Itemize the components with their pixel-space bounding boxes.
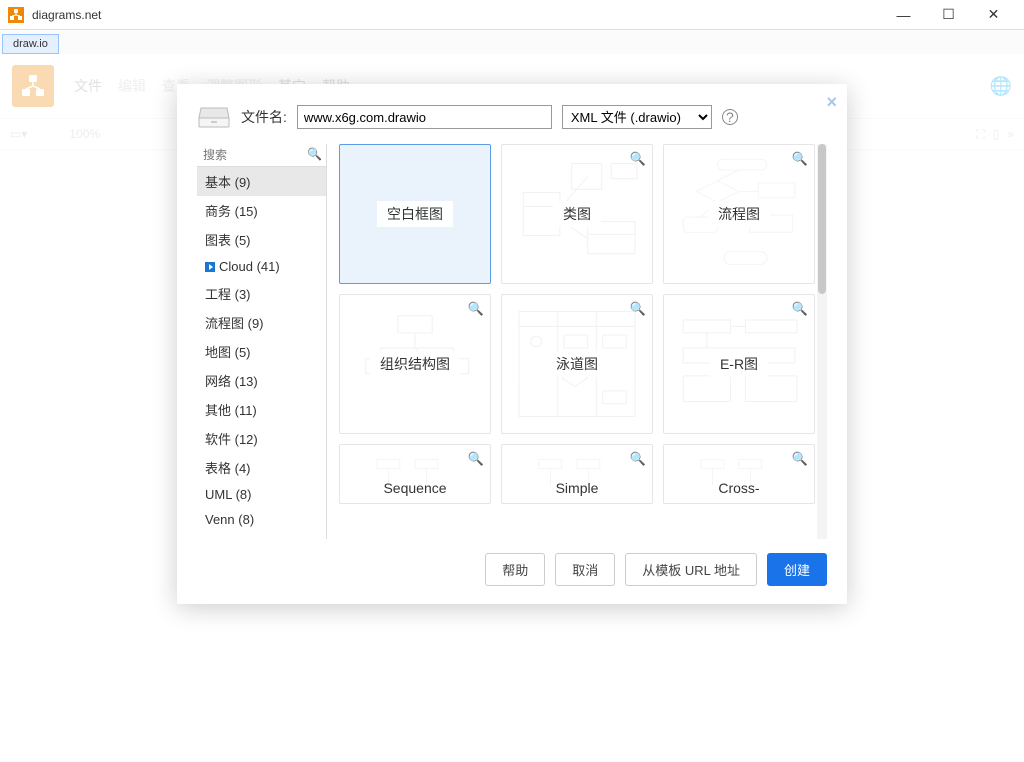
template-label: 空白框图: [377, 201, 453, 227]
magnify-icon[interactable]: 🔍: [630, 301, 646, 317]
template-tile[interactable]: 空白框图: [339, 144, 491, 284]
magnify-icon[interactable]: 🔍: [468, 451, 484, 467]
tab-drawio[interactable]: draw.io: [2, 34, 59, 54]
template-tile[interactable]: 🔍 组织结构图: [339, 294, 491, 434]
template-tile[interactable]: 🔍 E-R图: [663, 294, 815, 434]
category-item[interactable]: 地图 (5): [197, 337, 326, 366]
category-item[interactable]: 表格 (4): [197, 453, 326, 482]
window-title: diagrams.net: [32, 8, 101, 22]
magnify-icon[interactable]: 🔍: [792, 151, 808, 167]
template-tile[interactable]: 🔍 Cross-: [663, 444, 815, 504]
app-icon: [8, 7, 24, 23]
category-item[interactable]: UML (8): [197, 482, 326, 507]
help-icon[interactable]: ?: [722, 109, 738, 125]
category-item[interactable]: Cloud (41): [197, 254, 326, 279]
category-label: 网络 (13): [205, 371, 258, 390]
tab-strip: draw.io: [0, 30, 1024, 54]
template-tile[interactable]: 🔍 类图: [501, 144, 653, 284]
category-label: 工程 (3): [205, 284, 251, 303]
template-label: 组织结构图: [370, 351, 460, 377]
category-item[interactable]: 网络 (13): [197, 366, 326, 395]
minimize-button[interactable]: —: [881, 0, 926, 30]
category-label: 表格 (4): [205, 458, 251, 477]
template-label: Cross-: [708, 477, 769, 499]
category-label: 商务 (15): [205, 201, 258, 220]
cancel-button[interactable]: 取消: [555, 553, 615, 586]
close-button[interactable]: ✕: [971, 0, 1016, 30]
template-label: E-R图: [710, 351, 768, 377]
category-label: Cloud (41): [219, 259, 280, 274]
template-label: 泳道图: [546, 351, 608, 377]
window-titlebar: diagrams.net — ☐ ✕: [0, 0, 1024, 30]
category-label: 基本 (9): [205, 172, 251, 191]
expand-icon: [205, 262, 215, 272]
dialog-close-icon[interactable]: ×: [826, 92, 837, 113]
category-label: 软件 (12): [205, 429, 258, 448]
template-tile[interactable]: 🔍 Sequence: [339, 444, 491, 504]
category-item[interactable]: Venn (8): [197, 507, 326, 532]
storage-icon: [197, 104, 231, 130]
category-item[interactable]: 工程 (3): [197, 279, 326, 308]
category-label: UML (8): [205, 487, 251, 502]
category-item[interactable]: 基本 (9): [197, 167, 326, 196]
category-item[interactable]: 图表 (5): [197, 225, 326, 254]
help-button[interactable]: 帮助: [485, 553, 545, 586]
magnify-icon[interactable]: 🔍: [792, 451, 808, 467]
scrollbar[interactable]: [817, 144, 827, 539]
category-item[interactable]: 商务 (15): [197, 196, 326, 225]
category-item[interactable]: 流程图 (9): [197, 308, 326, 337]
search-icon[interactable]: 🔍: [307, 147, 322, 161]
maximize-button[interactable]: ☐: [926, 0, 971, 30]
category-label: 地图 (5): [205, 342, 251, 361]
modal-overlay: × 文件名: XML 文件 (.drawio) ? 🔍: [0, 54, 1024, 762]
template-label: 流程图: [708, 201, 770, 227]
magnify-icon[interactable]: 🔍: [630, 451, 646, 467]
category-label: Venn (8): [205, 512, 254, 527]
template-label: Sequence: [373, 477, 456, 499]
category-label: 图表 (5): [205, 230, 251, 249]
category-label: 其他 (11): [205, 400, 257, 419]
new-diagram-dialog: × 文件名: XML 文件 (.drawio) ? 🔍: [177, 84, 847, 604]
category-sidebar: 🔍 基本 (9) 商务 (15) 图表 (5) Cloud (41) 工程 (3) 流程图…: [197, 144, 327, 539]
filename-label: 文件名:: [241, 107, 287, 127]
template-tile[interactable]: 🔍 流程图: [663, 144, 815, 284]
magnify-icon[interactable]: 🔍: [468, 301, 484, 317]
create-button[interactable]: 创建: [767, 553, 827, 586]
template-tile[interactable]: 🔍 泳道图: [501, 294, 653, 434]
category-item[interactable]: 其他 (11): [197, 395, 326, 424]
template-label: Simple: [546, 477, 609, 499]
from-url-button[interactable]: 从模板 URL 地址: [625, 553, 757, 586]
scrollbar-thumb[interactable]: [818, 144, 826, 294]
category-item[interactable]: 线框图 (5): [197, 532, 326, 539]
magnify-icon[interactable]: 🔍: [792, 301, 808, 317]
template-label: 类图: [553, 201, 601, 227]
category-item[interactable]: 软件 (12): [197, 424, 326, 453]
category-label: 流程图 (9): [205, 313, 264, 332]
filename-input[interactable]: [297, 105, 552, 129]
template-tile[interactable]: 🔍 Simple: [501, 444, 653, 504]
magnify-icon[interactable]: 🔍: [630, 151, 646, 167]
filetype-select[interactable]: XML 文件 (.drawio): [562, 105, 712, 129]
